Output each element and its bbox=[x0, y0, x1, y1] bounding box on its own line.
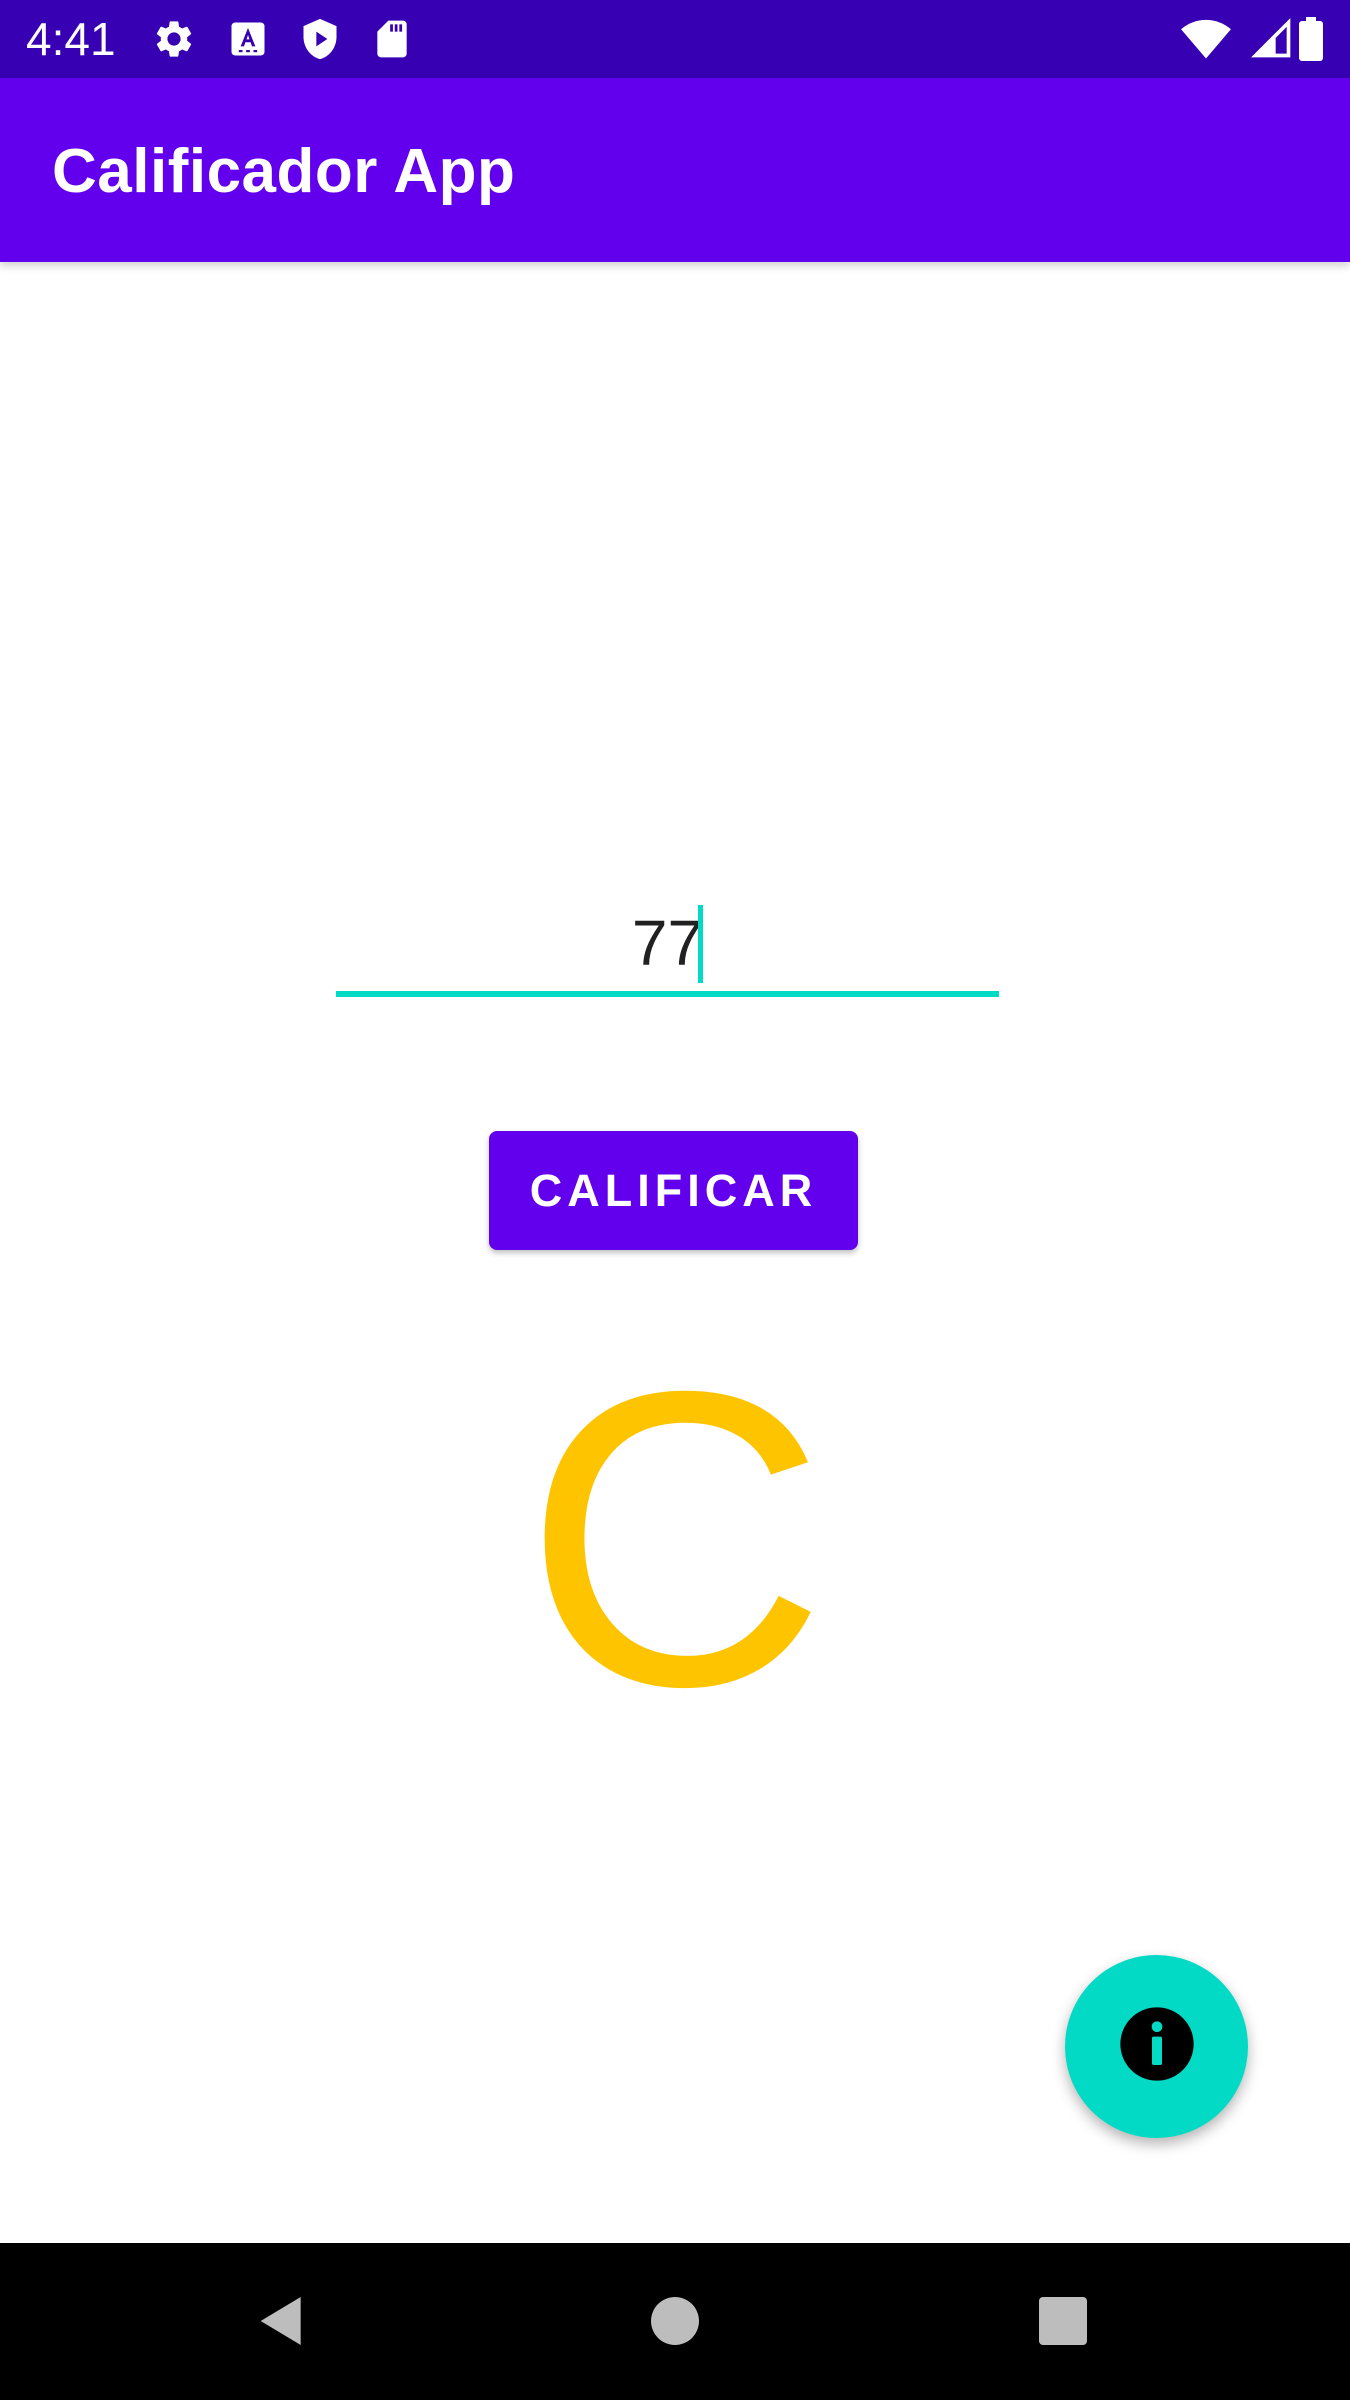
back-button[interactable] bbox=[242, 2283, 322, 2363]
home-button[interactable] bbox=[635, 2283, 715, 2363]
status-bar: 4:41 bbox=[0, 0, 1350, 78]
app-bar: Calificador App bbox=[0, 78, 1350, 262]
info-fab-button[interactable] bbox=[1065, 1955, 1248, 2138]
battery-icon bbox=[1298, 17, 1324, 61]
sd-card-icon bbox=[370, 17, 414, 61]
status-time: 4:41 bbox=[26, 13, 116, 65]
recents-button[interactable] bbox=[1023, 2283, 1103, 2363]
screen: 4:41 Calificador App 77 CALIFICAR C bbox=[0, 0, 1350, 2400]
back-icon bbox=[250, 2289, 314, 2358]
grade-input-underline bbox=[336, 991, 999, 997]
grade-input-container[interactable] bbox=[336, 895, 999, 999]
home-icon bbox=[643, 2289, 707, 2358]
grade-input[interactable] bbox=[336, 895, 999, 991]
play-protect-icon bbox=[298, 17, 342, 61]
recents-icon bbox=[1031, 2289, 1095, 2358]
navigation-bar bbox=[0, 2243, 1350, 2400]
result-grade-letter: C bbox=[523, 1305, 827, 1774]
app-title: Calificador App bbox=[52, 137, 516, 206]
settings-icon bbox=[152, 17, 196, 61]
info-icon bbox=[1117, 2004, 1197, 2089]
text-cursor bbox=[698, 905, 703, 983]
keyboard-a-icon bbox=[226, 17, 270, 61]
wifi-icon bbox=[1180, 17, 1232, 61]
calificar-button[interactable]: CALIFICAR bbox=[489, 1131, 858, 1250]
signal-icon bbox=[1250, 17, 1294, 61]
